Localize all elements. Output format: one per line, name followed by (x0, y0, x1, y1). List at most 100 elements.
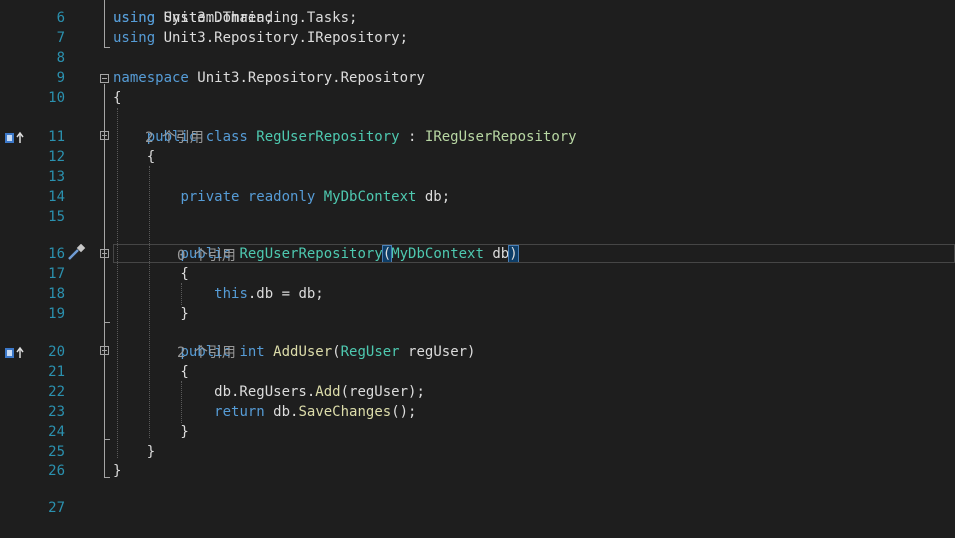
code-editor[interactable]: using System.Threading.Tasks; 6 using Uni… (0, 0, 955, 516)
outline-guide (104, 84, 105, 478)
line-number: 13 (48, 169, 65, 185)
code-token: return (214, 404, 274, 420)
code-token: SaveChanges (298, 404, 392, 420)
line-number: 12 (48, 149, 65, 165)
line-number: 6 (56, 10, 65, 26)
code-line[interactable]: 10 { (0, 88, 955, 108)
code-token: RegUser (340, 344, 400, 360)
code-line[interactable]: 13 (0, 167, 955, 187)
code-line-partial[interactable]: using System.Threading.Tasks; (0, 0, 955, 26)
codelens-references[interactable]: 2 个引用 (145, 128, 204, 148)
code-text: { (113, 264, 189, 284)
code-line[interactable]: 8 (0, 48, 955, 68)
line-number: 24 (48, 424, 65, 440)
code-token: using (113, 30, 164, 46)
code-line[interactable]: 11 public class RegUserRepository : IReg… (0, 127, 955, 147)
code-text: { (113, 88, 121, 108)
code-token: Unit3.Repository.Repository (197, 70, 425, 86)
code-token: using (113, 10, 164, 26)
code-token: MyDbContext (323, 189, 417, 205)
line-number: 17 (48, 266, 65, 282)
line-number: 11 (48, 129, 65, 145)
line-number: 22 (48, 384, 65, 400)
line-number: 10 (48, 90, 65, 106)
code-token: db; (416, 189, 451, 205)
code-line[interactable]: 14 private readonly MyDbContext db; (0, 187, 955, 207)
code-line[interactable]: 21 { (0, 362, 955, 382)
quick-actions-brush-icon[interactable] (66, 244, 86, 262)
code-token: RegUserRepository (256, 129, 400, 145)
code-text: { (113, 362, 189, 382)
code-text: public int AddUser(RegUser regUser) (113, 342, 475, 362)
indent-guide (181, 283, 182, 305)
line-number: 23 (48, 404, 65, 420)
code-token: } (113, 424, 189, 440)
codelens-method[interactable]: 2 个引用 (0, 323, 955, 361)
code-text: return db.SaveChanges(); (113, 402, 416, 422)
code-line[interactable]: 17 { (0, 264, 955, 284)
code-text: db.RegUsers.Add(regUser); (113, 382, 425, 402)
line-number: 25 (48, 444, 65, 460)
indent-guide (117, 108, 118, 458)
implements-interface-icon[interactable] (4, 346, 26, 360)
fold-toggle-class[interactable] (100, 131, 109, 140)
code-text: private readonly MyDbContext db; (113, 187, 450, 207)
line-number: 19 (48, 306, 65, 322)
code-token: this (214, 286, 248, 302)
line-number: 9 (56, 70, 65, 86)
code-token: db. (273, 404, 299, 420)
codelens-class[interactable]: 2 个引用 (0, 108, 955, 146)
codelens-constructor[interactable]: 0 个引用 (0, 226, 955, 264)
code-token: { (113, 149, 156, 165)
fold-toggle-method[interactable] (100, 346, 109, 355)
line-number: 15 (48, 209, 65, 225)
code-text: this.db = db; (113, 284, 324, 304)
code-line[interactable]: 23 return db.SaveChanges(); (0, 402, 955, 422)
code-line[interactable]: 12 { (0, 147, 955, 167)
code-text: using Unit3.Repository.IRepository; (113, 28, 408, 48)
code-text: using Unit3.Domain; (113, 8, 273, 28)
code-token: } (113, 463, 122, 479)
code-line[interactable]: 20 public int AddUser(RegUser regUser) (0, 342, 955, 362)
implements-interface-icon[interactable] (4, 131, 26, 145)
line-number: 18 (48, 286, 65, 302)
code-token: } (113, 306, 189, 322)
line-number: 7 (56, 30, 65, 46)
code-text: } (113, 422, 189, 442)
code-line[interactable]: 15 (0, 207, 955, 227)
code-line[interactable]: 6 using Unit3.Domain; (0, 8, 955, 28)
code-text: } (113, 304, 189, 324)
current-line-highlight (113, 244, 955, 263)
code-token: (regUser); (340, 384, 425, 400)
code-token: namespace (113, 70, 198, 86)
indent-guide (149, 166, 150, 438)
fold-toggle-constructor[interactable] (100, 249, 109, 258)
code-token: ( (332, 344, 341, 360)
code-token: { (113, 364, 189, 380)
code-token: db.RegUsers. (113, 384, 316, 400)
fold-toggle-namespace[interactable] (100, 74, 109, 83)
code-token: { (113, 266, 189, 282)
code-token: Add (315, 384, 341, 400)
code-token: .db = db; (247, 286, 324, 302)
code-line[interactable]: 22 db.RegUsers.Add(regUser); (0, 382, 955, 402)
code-line[interactable]: 9 namespace Unit3.Repository.Repository (0, 68, 955, 88)
code-token: IRegUserRepository (424, 129, 577, 145)
code-line[interactable]: 25 } (0, 442, 955, 462)
indent-guide (181, 381, 182, 423)
line-number: 21 (48, 364, 65, 380)
code-token: private readonly (180, 189, 324, 205)
code-line[interactable]: 24 } (0, 422, 955, 442)
codelens-references[interactable]: 2 个引用 (177, 343, 236, 363)
code-line[interactable]: 7 using Unit3.Repository.IRepository; (0, 28, 955, 48)
outline-guide (104, 0, 105, 48)
code-token: (); (391, 404, 417, 420)
code-line-partial[interactable]: 27 (0, 478, 955, 516)
code-line[interactable]: 18 this.db = db; (0, 284, 955, 304)
code-line[interactable]: 19 } (0, 304, 955, 324)
code-token: Unit3.Repository.IRepository; (163, 30, 409, 46)
